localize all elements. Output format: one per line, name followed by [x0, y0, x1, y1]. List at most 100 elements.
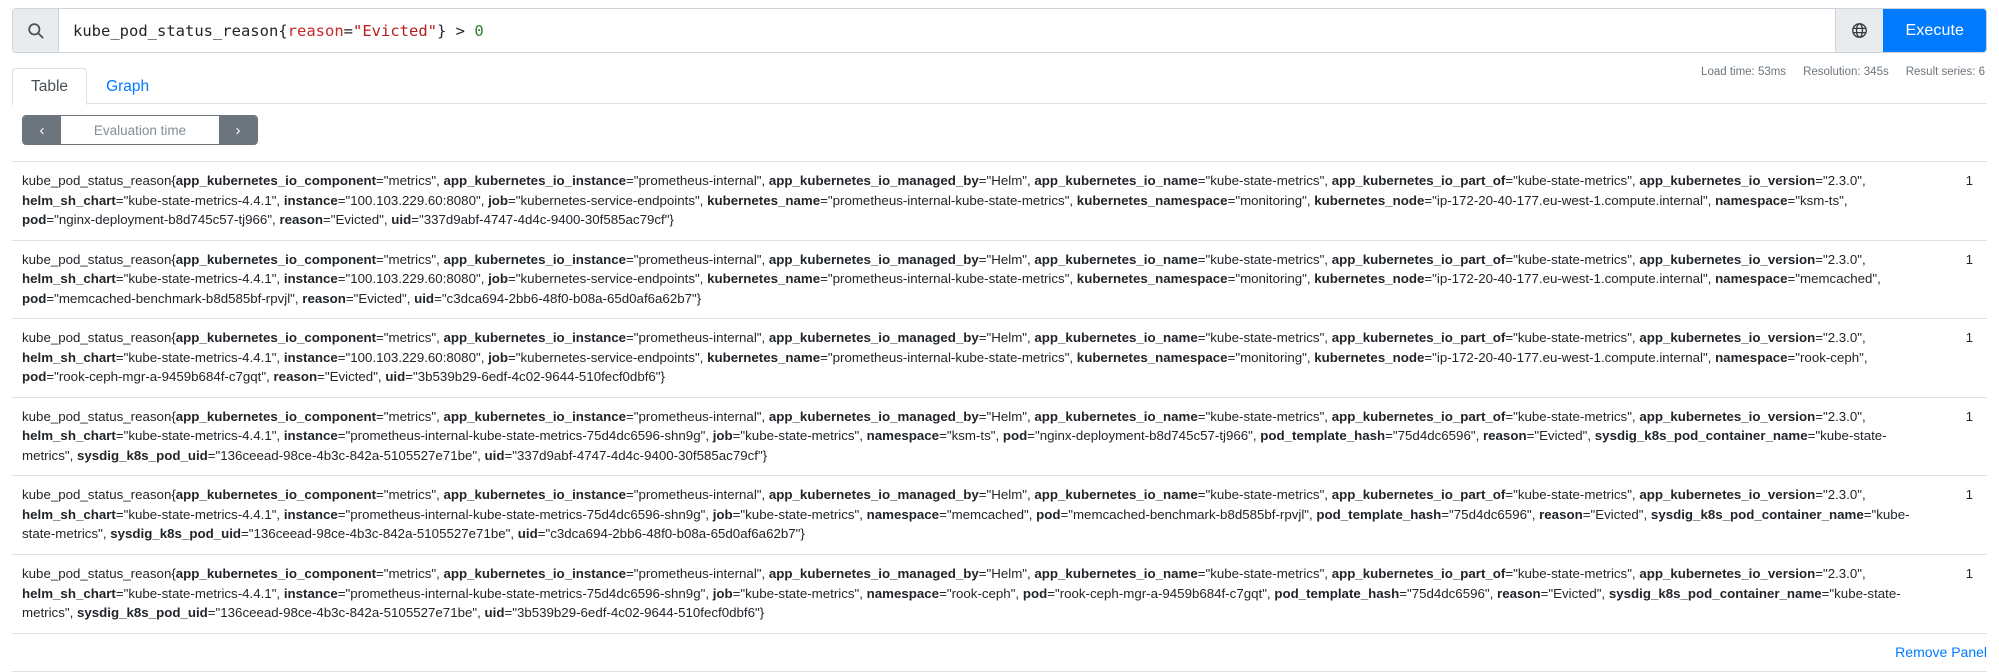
tab-list: Table Graph	[12, 64, 1987, 105]
series-label-key: app_kubernetes_io_part_of	[1331, 487, 1506, 503]
table-row: kube_pod_status_reason{app_kubernetes_io…	[12, 475, 1987, 555]
tab-graph[interactable]: Graph	[87, 68, 168, 105]
series-label-value: ="kubernetes-service-endpoints",	[508, 271, 708, 287]
series-label-value: ="prometheus-internal-kube-state-metrics…	[820, 349, 1077, 365]
series-label-key: app_kubernetes_io_version	[1639, 173, 1816, 188]
series-label-value: ="prometheus-internal",	[626, 487, 769, 503]
series-label-key: uid	[517, 526, 538, 542]
evaluation-time-wrapper: ‹ ›	[22, 115, 1987, 145]
series-label-key: app_kubernetes_io_name	[1034, 487, 1198, 503]
series-label-key: reason	[273, 369, 318, 385]
series-label-value: ="2.3.0",	[1815, 251, 1866, 267]
series-label-key: app_kubernetes_io_instance	[443, 408, 627, 424]
series-label-value: ="kube-state-metrics",	[1197, 330, 1332, 346]
series-label-key: pod	[22, 212, 47, 228]
query-token-metric: kube_pod_status_reason	[73, 21, 279, 40]
series-label-value: ="prometheus-internal",	[626, 408, 769, 424]
series-label-key: sysdig_k8s_pod_container_name	[1650, 506, 1864, 522]
series-label-value: ="metrics",	[376, 173, 444, 188]
query-expression-input[interactable]: kube_pod_status_reason{reason = "Evicted"}…	[59, 9, 1835, 52]
evaluation-time-prev-button[interactable]: ‹	[23, 116, 61, 144]
series-label-key: app_kubernetes_io_part_of	[1331, 173, 1506, 188]
series-label-value: ="3b539b29-6edf-4c02-9644-510fecf0dbf6"	[504, 605, 760, 621]
series-label-value: ="Helm",	[978, 173, 1035, 188]
series-label-key: instance	[283, 192, 338, 208]
series-value-cell: 1	[1965, 487, 1973, 503]
series-label-key: kubernetes_node	[1314, 349, 1425, 365]
series-label-value: ="Helm",	[978, 251, 1035, 267]
evaluation-time-input[interactable]	[61, 116, 219, 144]
series-label-value: ="prometheus-internal-kube-state-metrics…	[820, 271, 1077, 287]
series-label-value: ="rook-ceph-mgr-a-9459b684f-c7gqt",	[46, 369, 274, 385]
query-token-number: 0	[474, 21, 484, 40]
series-label-value: ="Helm",	[978, 408, 1035, 424]
series-label-key: app_kubernetes_io_name	[1034, 173, 1198, 188]
series-label-value: ="memcached",	[1787, 271, 1881, 287]
series-metric-name: kube_pod_status_reason{	[22, 330, 176, 346]
query-token-label-value: "Evicted"	[353, 21, 437, 40]
table-row: kube_pod_status_reason{app_kubernetes_io…	[12, 161, 1987, 241]
evaluation-time-control: ‹ ›	[22, 115, 258, 145]
query-bar: kube_pod_status_reason{reason = "Evicted"}…	[12, 8, 1987, 53]
series-label-key: job	[712, 585, 733, 601]
series-close-brace: }	[759, 605, 765, 621]
series-close-brace: }	[800, 526, 805, 542]
series-labels-cell: kube_pod_status_reason{app_kubernetes_io…	[12, 476, 1931, 555]
series-label-value: ="rook-ceph",	[939, 585, 1023, 601]
series-label-value: ="c3dca694-2bb6-48f0-b08a-65d0af6a62b7"	[434, 290, 697, 306]
series-label-value: ="136ceead-98ce-4b3c-842a-5105527e71be",	[207, 447, 485, 463]
series-label-key: pod_template_hash	[1260, 428, 1386, 444]
table-row: kube_pod_status_reason{ app_kubernetes_io…	[12, 318, 1987, 398]
series-value-cell: 1	[1965, 251, 1973, 267]
evaluation-time-next-button[interactable]: ›	[219, 116, 257, 144]
series-label-key: app_kubernetes_io_part_of	[1331, 408, 1506, 424]
series-label-value: ="100.103.229.60:8080",	[337, 349, 489, 365]
series-label-key: job	[712, 506, 733, 522]
series-label-key: helm_sh_chart	[22, 428, 116, 444]
execute-button[interactable]: Execute	[1883, 9, 1986, 52]
series-label-key: reason	[1539, 506, 1583, 522]
series-label-value: ="Helm",	[978, 330, 1035, 346]
series-label-value: ="metrics",	[376, 251, 444, 267]
series-label-key: app_kubernetes_io_name	[1034, 565, 1198, 581]
panel-footer: Remove Panel	[12, 644, 1987, 671]
series-label-key: app_kubernetes_io_name	[1034, 408, 1198, 424]
series-label-key: uid	[484, 605, 505, 621]
series-label-value: ="c3dca694-2bb6-48f0-b08a-65d0af6a62b7"	[537, 526, 801, 542]
series-labels-cell: kube_pod_status_reason{app_kubernetes_io…	[12, 162, 1931, 241]
series-label-key: kubernetes_name	[707, 271, 821, 287]
series-label-value: ="memcached",	[939, 506, 1037, 522]
query-token-equals: =	[343, 21, 353, 40]
series-label-value: ="136ceead-98ce-4b3c-842a-5105527e71be",	[241, 526, 518, 542]
series-label-key: app_kubernetes_io_instance	[443, 173, 627, 188]
series-label-key: uid	[385, 369, 406, 385]
series-label-value: ="337d9abf-4747-4d4c-9400-30f585ac79cf"	[504, 447, 763, 463]
search-icon	[13, 9, 59, 52]
series-label-value: ="Evicted",	[1582, 506, 1651, 522]
series-label-value: ="100.103.229.60:8080",	[337, 271, 489, 287]
series-label-value: ="kube-state-metrics-4.4.1",	[115, 506, 284, 522]
series-label-key: app_kubernetes_io_part_of	[1331, 565, 1506, 581]
series-label-value: ="kube-state-metrics",	[1197, 565, 1332, 581]
tab-table[interactable]: Table	[12, 68, 88, 105]
series-label-value: ="kube-state-metrics-4.4.1",	[115, 585, 284, 601]
series-label-value: ="memcached-benchmark-b8d585bf-rpvjl",	[46, 290, 303, 306]
series-label-value: ="Helm",	[978, 565, 1035, 581]
series-label-key: app_kubernetes_io_managed_by	[768, 330, 979, 346]
series-label-value: ="rook-ceph",	[1787, 349, 1868, 365]
series-label-value: ="2.3.0",	[1815, 565, 1866, 581]
series-label-value: ="nginx-deployment-b8d745c57-tj966",	[46, 212, 280, 228]
series-labels-cell: kube_pod_status_reason{ app_kubernetes_io…	[12, 319, 1931, 398]
series-label-value: ="Helm",	[978, 487, 1035, 503]
series-label-key: kubernetes_name	[707, 192, 821, 208]
series-label-key: job	[488, 349, 509, 365]
stat-load-time: Load time: 53ms	[1701, 66, 1787, 78]
globe-icon[interactable]	[1835, 9, 1884, 52]
series-value-cell: 1	[1965, 565, 1973, 581]
series-label-value: ="ip-172-20-40-177.eu-west-1.compute.int…	[1424, 192, 1716, 208]
series-label-key: app_kubernetes_io_component	[175, 251, 377, 267]
series-label-key: app_kubernetes_io_component	[175, 408, 377, 424]
series-label-key: kubernetes_node	[1314, 271, 1425, 287]
series-label-value: ="75d4dc6596",	[1399, 585, 1498, 601]
series-label-key: sysdig_k8s_pod_uid	[76, 447, 208, 463]
